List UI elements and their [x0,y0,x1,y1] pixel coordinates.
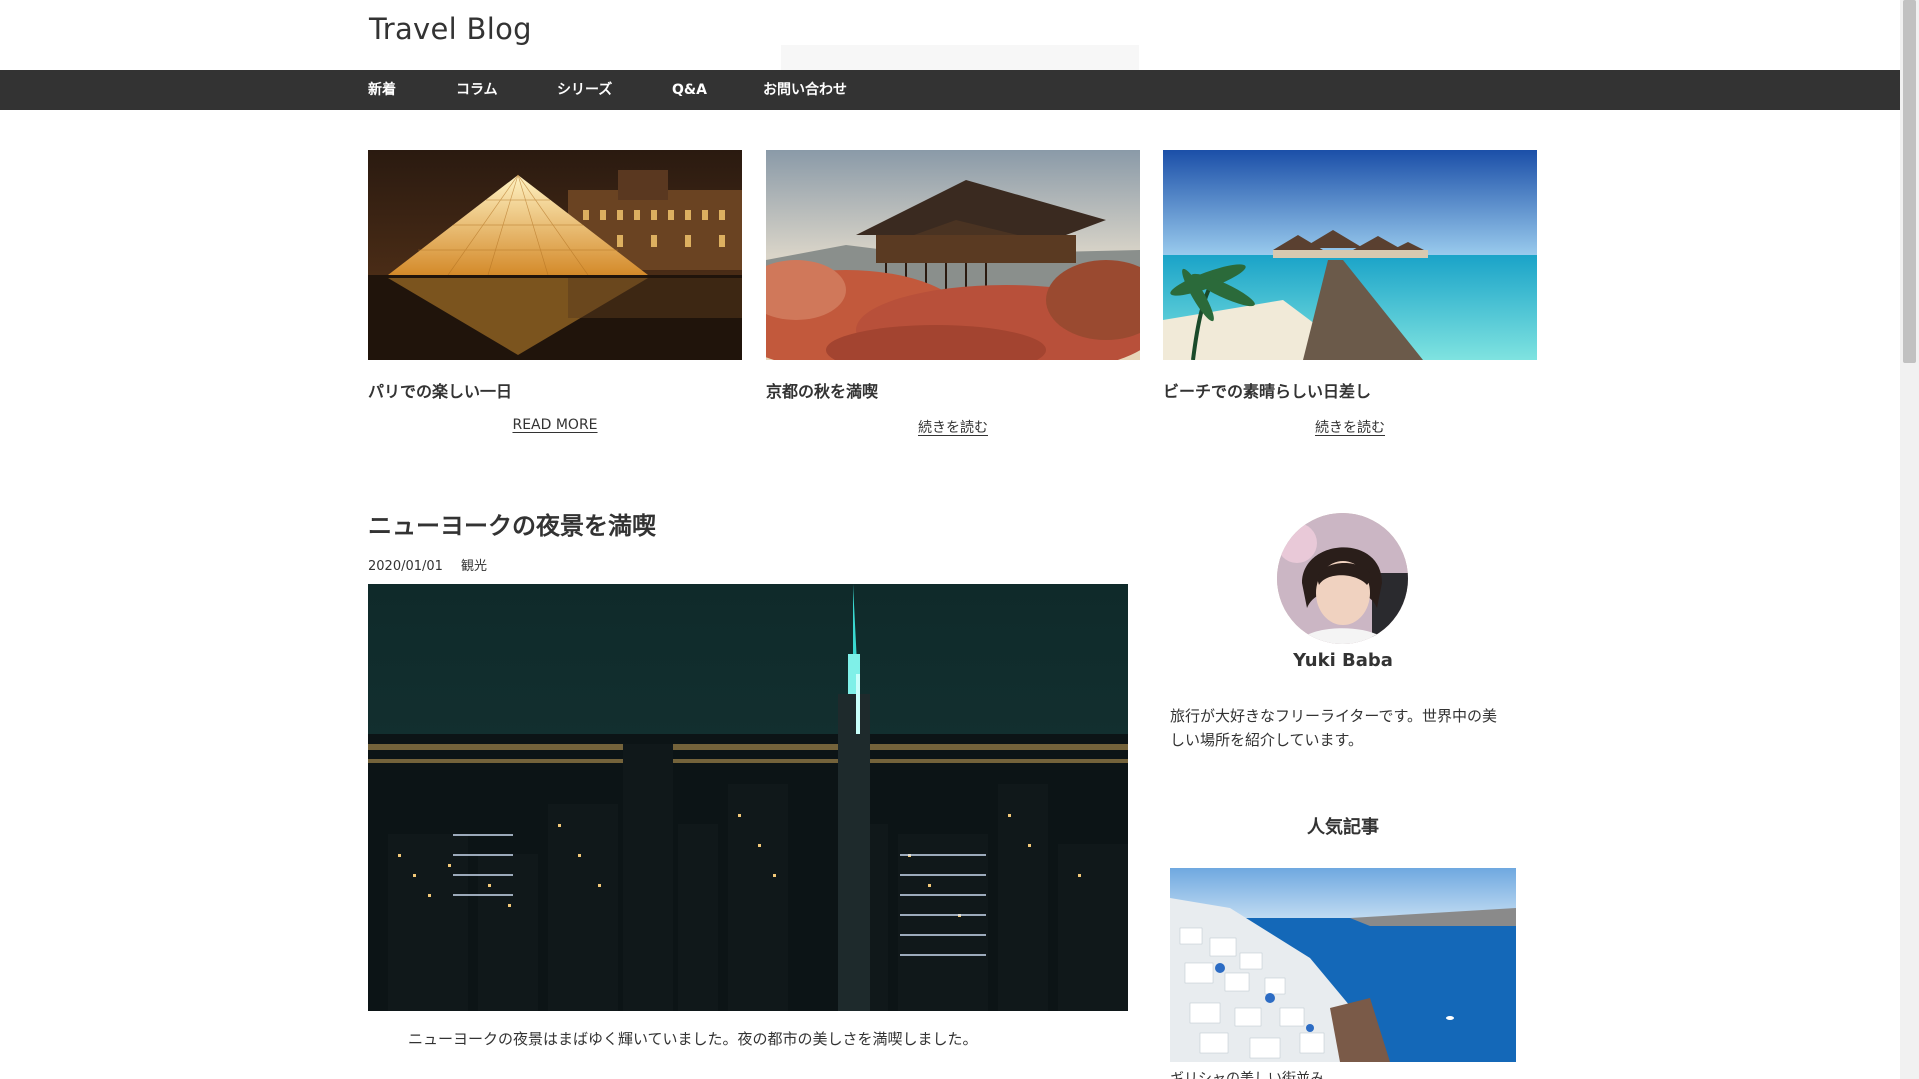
nav-item-new[interactable]: 新着 [368,70,396,110]
nav-item-qa[interactable]: Q&A [672,70,707,110]
profile-bio: 旅行が大好きなフリーライターです。世界中の美しい場所を紹介しています。 [1170,707,1498,749]
featured-card: ビーチでの素晴らしい日差し 続きを読む [1163,150,1537,437]
santorini-image[interactable] [1170,868,1516,1062]
scrollbar-thumb[interactable] [1903,0,1916,363]
popular-posts-heading: 人気記事 [1307,817,1379,838]
featured-card: 京都の秋を満喫 続きを読む [766,150,1140,437]
avatar [1277,513,1408,644]
article-date: 2020/01/01 [368,559,443,574]
site-header: Travel Blog [0,0,1900,73]
article-body: ニューヨークの夜景はまばゆく輝いていました。夜の都市の美しさを満喫しました。 [408,1030,978,1048]
card-title[interactable]: パリでの楽しい一日 [368,378,742,402]
featured-card: パリでの楽しい一日 READ MORE [368,150,742,433]
nav-item-series[interactable]: シリーズ [557,70,612,110]
article-title[interactable]: ニューヨークの夜景を満喫 [368,506,656,541]
profile-name: Yuki Baba [1293,650,1393,671]
popular-post-title[interactable]: ギリシャの美しい街並み [1170,1068,1324,1079]
read-more-link[interactable]: 続きを読む [918,420,988,436]
louvre-pyramid-image[interactable] [368,150,742,360]
page-scrollbar[interactable] [1900,0,1919,1079]
read-more-link[interactable]: READ MORE [512,417,597,433]
nav-item-column[interactable]: コラム [456,70,498,110]
header-overlay [781,45,1139,73]
card-title[interactable]: 京都の秋を満喫 [766,378,1140,402]
global-nav: 新着 コラム シリーズ Q&A お問い合わせ [0,70,1900,110]
kyoto-temple-image[interactable] [766,150,1140,360]
card-title[interactable]: ビーチでの素晴らしい日差し [1163,378,1537,402]
beach-pier-image[interactable] [1163,150,1537,360]
article-meta: 2020/01/01 観光 [368,555,487,574]
new-york-skyline-image[interactable] [368,584,1128,1011]
article-category[interactable]: 観光 [461,559,487,574]
nav-item-contact[interactable]: お問い合わせ [763,70,847,110]
site-title[interactable]: Travel Blog [369,12,532,46]
page: Travel Blog 新着 コラム シリーズ Q&A お問い合わせ パリでの楽… [0,0,1919,1079]
read-more-link[interactable]: 続きを読む [1315,420,1385,436]
